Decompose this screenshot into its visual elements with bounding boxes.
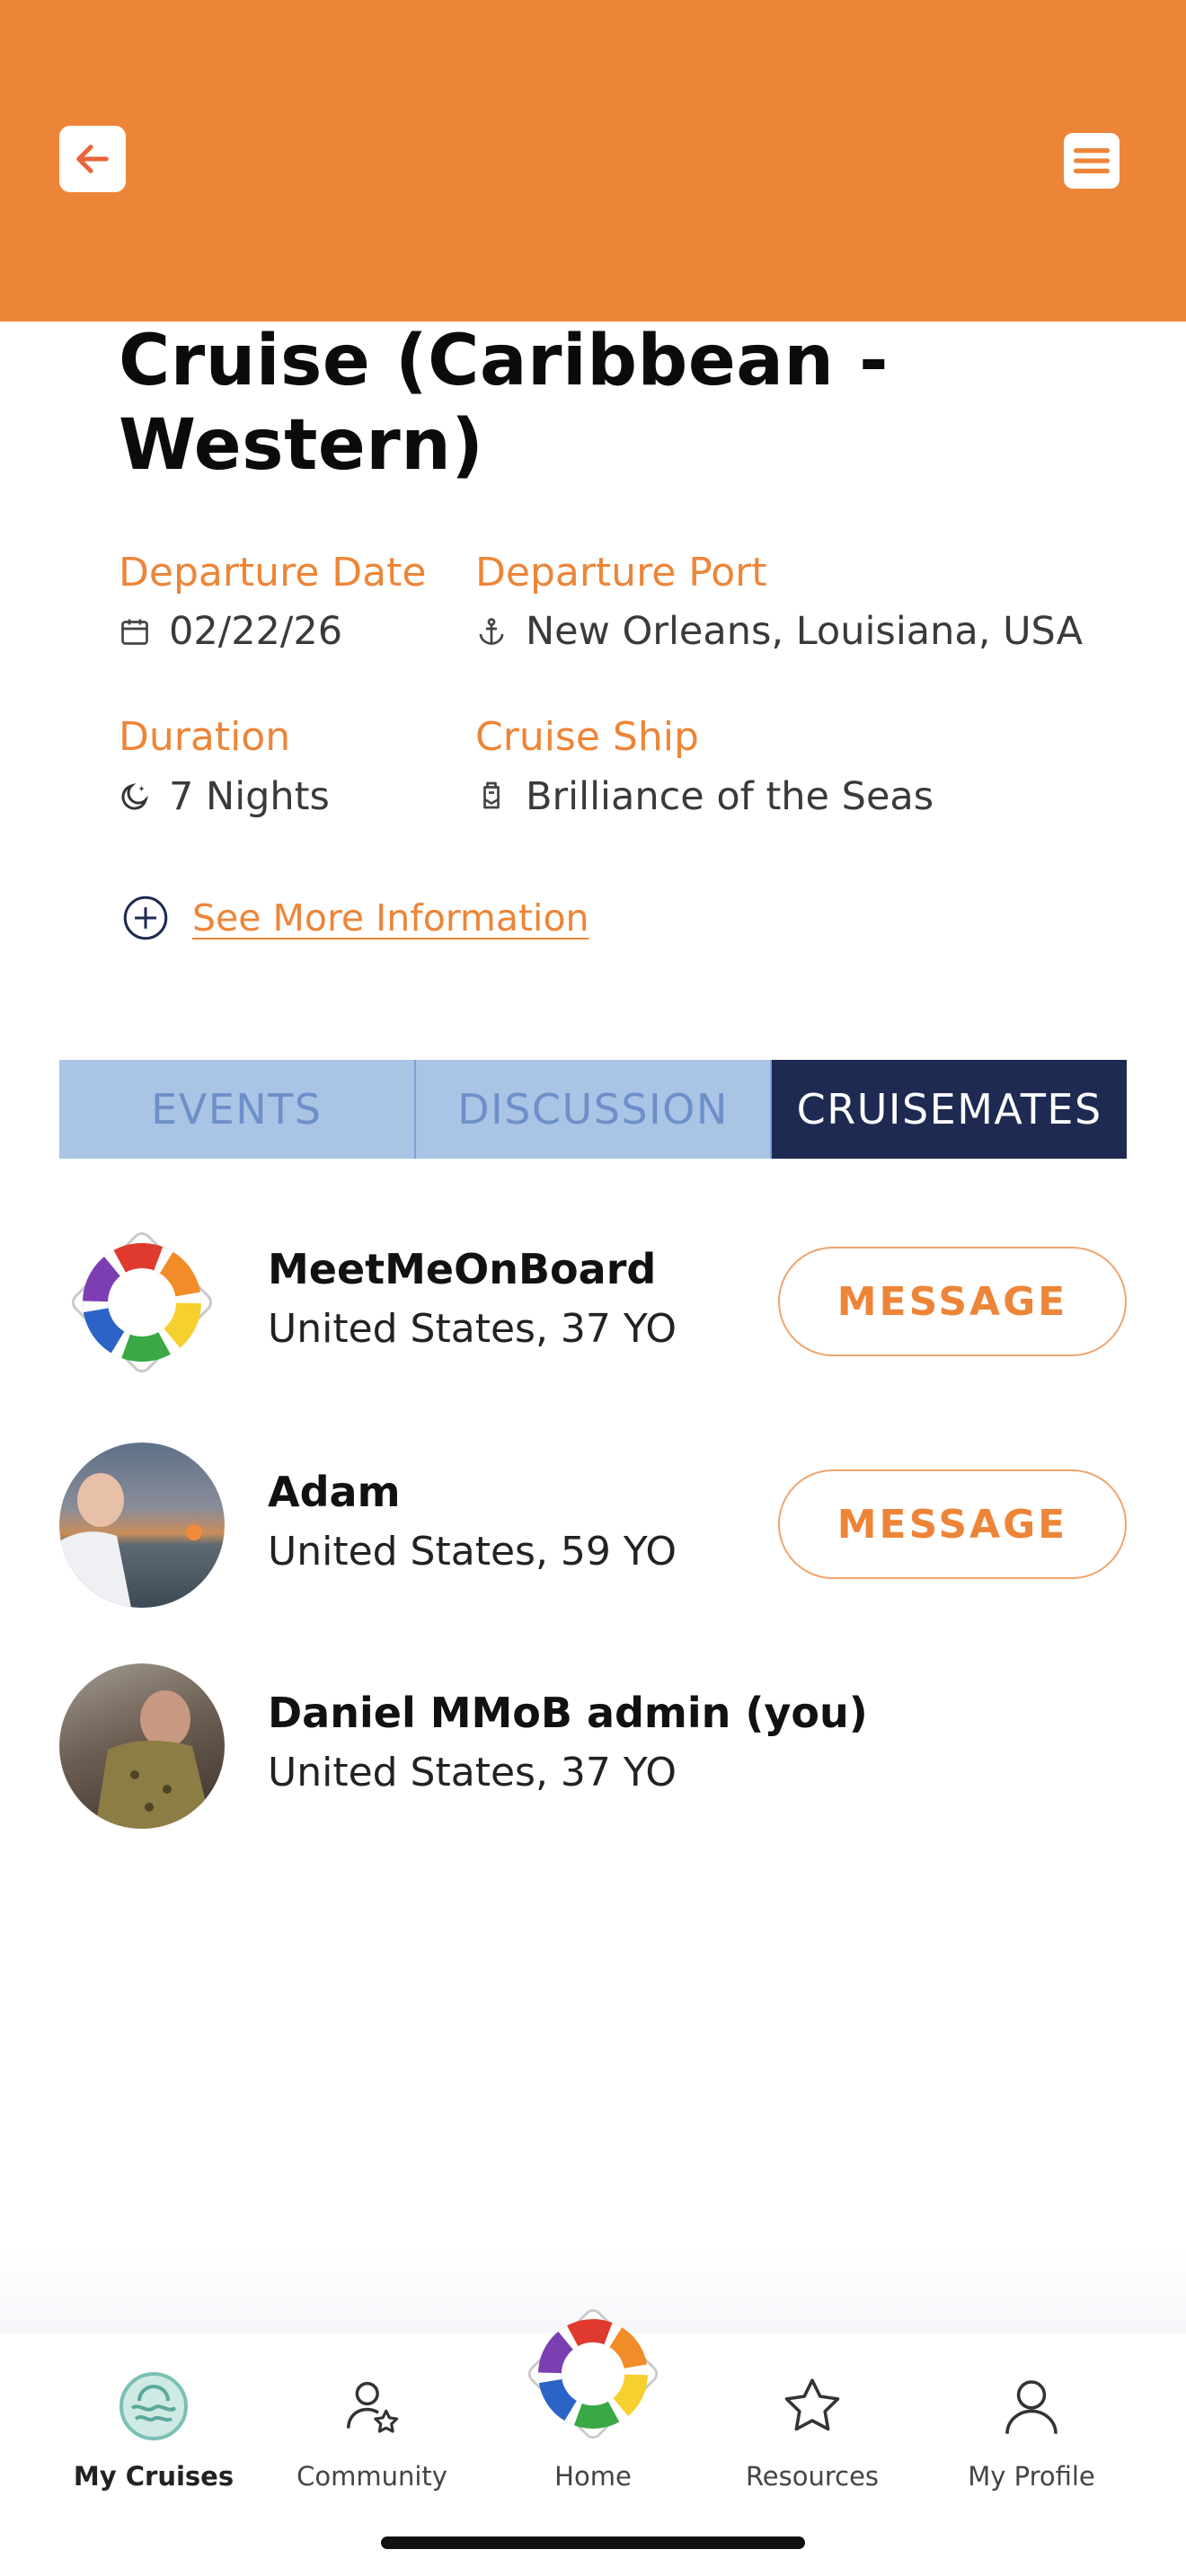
menu-button[interactable]	[1064, 133, 1120, 189]
cruisemate-item: Daniel MMoB admin (you) United States, 3…	[59, 1663, 1127, 1829]
lifebuoy-icon[interactable]	[517, 2298, 669, 2450]
cruisemate-details: United States, 37 YO	[268, 1306, 677, 1352]
see-more-link[interactable]: See More Information	[192, 896, 589, 940]
cruise-ship-label: Cruise Ship	[475, 714, 699, 760]
ship-icon	[483, 781, 500, 809]
cruise-ship-text: Brilliance of the Seas	[526, 774, 934, 819]
cruise-icon	[113, 2366, 194, 2447]
departure-port-value: New Orleans, Louisiana, USA	[475, 609, 1083, 654]
calendar-icon	[121, 619, 148, 645]
header-bar	[0, 0, 1186, 322]
message-button[interactable]: MESSAGE	[778, 1247, 1127, 1356]
cruisemate-item: Adam United States, 59 YO MESSAGE	[59, 1442, 1127, 1608]
back-button[interactable]	[59, 126, 126, 192]
nav-my-cruises[interactable]: My Cruises	[50, 2333, 257, 2495]
nav-my-profile[interactable]: My Profile	[928, 2333, 1135, 2495]
duration-label: Duration	[119, 714, 291, 760]
departure-date-label: Departure Date	[119, 550, 427, 595]
nav-label: Community	[296, 2461, 447, 2492]
cruise-ship-value: Brilliance of the Seas	[475, 774, 934, 819]
nav-community[interactable]: Community	[269, 2333, 475, 2495]
plus-circle-icon	[123, 895, 168, 940]
departure-port-text: New Orleans, Louisiana, USA	[526, 609, 1084, 654]
duration-value: 7 Nights	[119, 774, 330, 819]
nav-resources[interactable]: Resources	[709, 2333, 916, 2495]
anchor-icon	[479, 618, 504, 645]
lifebuoy-icon	[72, 1232, 212, 1372]
avatar	[59, 1442, 225, 1608]
cruisemate-name: Daniel MMoB admin (you)	[268, 1689, 868, 1737]
departure-date-value: 02/22/26	[119, 609, 342, 654]
person-photo-icon	[59, 1473, 202, 1608]
tab-cruisemates[interactable]: CRUISEMATES	[772, 1060, 1128, 1159]
nav-label: My Profile	[968, 2461, 1095, 2492]
message-button[interactable]: MESSAGE	[778, 1469, 1127, 1579]
departure-port-label: Departure Port	[475, 550, 767, 595]
cruisemate-details: United States, 37 YO	[268, 1750, 677, 1795]
duration-text: 7 Nights	[169, 774, 330, 819]
nav-label: My Cruises	[73, 2461, 235, 2492]
section-tabs: EVENTS DISCUSSION CRUISEMATES	[59, 1060, 1128, 1159]
star-icon	[772, 2366, 853, 2447]
community-icon	[332, 2366, 412, 2447]
nav-label: Home	[554, 2461, 632, 2492]
avatar	[59, 1220, 225, 1385]
moon-icon	[121, 782, 149, 810]
arrow-left-icon	[76, 145, 109, 173]
menu-icon	[1074, 148, 1110, 173]
person-photo-icon	[95, 1690, 212, 1829]
cruisemate-item: MeetMeOnBoard United States, 37 YO MESSA…	[59, 1220, 1127, 1385]
page-title: Cruise (Caribbean - Western)	[119, 321, 889, 486]
cruisemate-name: Adam	[268, 1468, 401, 1516]
cruisemate-name: MeetMeOnBoard	[268, 1245, 657, 1293]
departure-date-text: 02/22/26	[169, 609, 343, 654]
tab-discussion[interactable]: DISCUSSION	[415, 1060, 773, 1159]
see-more-information[interactable]: See More Information	[122, 895, 589, 941]
avatar	[59, 1663, 225, 1829]
tab-events[interactable]: EVENTS	[59, 1060, 416, 1159]
home-indicator	[381, 2536, 805, 2549]
cruisemate-details: United States, 59 YO	[268, 1529, 677, 1575]
profile-icon	[991, 2366, 1072, 2447]
nav-label: Resources	[745, 2461, 880, 2492]
